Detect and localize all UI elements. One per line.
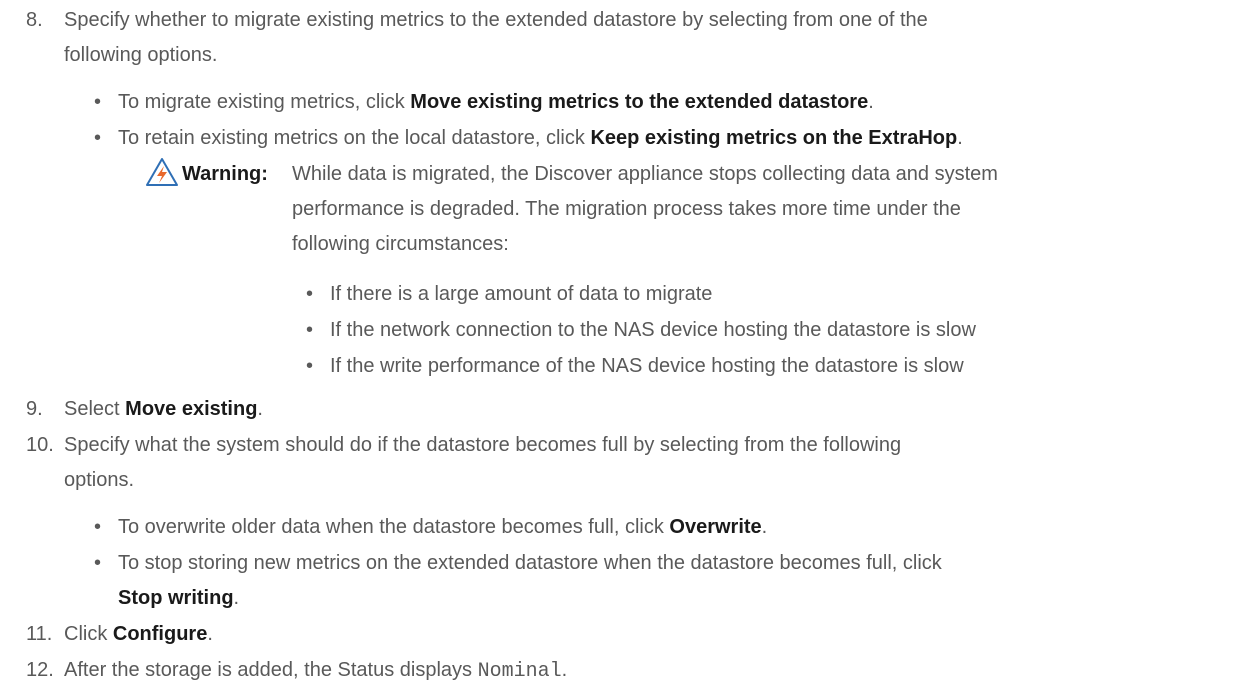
warning-text: While data is migrated, the Discover app… [292, 163, 998, 185]
bullet: • [94, 127, 102, 149]
warning-text: following circumstances: [292, 233, 509, 255]
step-text: Click Configure. [64, 623, 213, 645]
bullet: • [94, 91, 102, 113]
status-code: Nominal [477, 660, 562, 683]
step-text: Specify whether to migrate existing metr… [64, 9, 928, 31]
step-text: following options. [64, 44, 218, 66]
step-text: options. [64, 469, 135, 491]
step-text: Select Move existing. [64, 398, 263, 420]
warning-icon [146, 158, 178, 186]
bullet: • [306, 355, 314, 377]
step-text: Specify what the system should do if the… [64, 434, 902, 456]
step-number: 12. [26, 659, 54, 681]
step-number: 9. [26, 398, 43, 420]
option-item: To overwrite older data when the datasto… [118, 516, 768, 538]
step-number: 10. [26, 434, 54, 456]
option-item: Stop writing. [118, 587, 240, 609]
warning-text: performance is degraded. The migration p… [292, 198, 961, 220]
bullet: • [94, 516, 102, 538]
warning-item: If there is a large amount of data to mi… [330, 283, 713, 305]
warning-item: If the network connection to the NAS dev… [330, 319, 976, 341]
step-text: After the storage is added, the Status d… [64, 659, 568, 683]
warning-label: Warning: [182, 163, 268, 185]
warning-item: If the write performance of the NAS devi… [330, 355, 964, 377]
step-number: 11. [26, 623, 53, 645]
bullet: • [306, 319, 314, 341]
option-item: To retain existing metrics on the local … [118, 127, 963, 149]
option-item: To migrate existing metrics, click Move … [118, 91, 874, 113]
bullet: • [306, 283, 314, 305]
step-number: 8. [26, 9, 43, 31]
option-item: To stop storing new metrics on the exten… [118, 552, 942, 574]
bullet: • [94, 552, 102, 574]
